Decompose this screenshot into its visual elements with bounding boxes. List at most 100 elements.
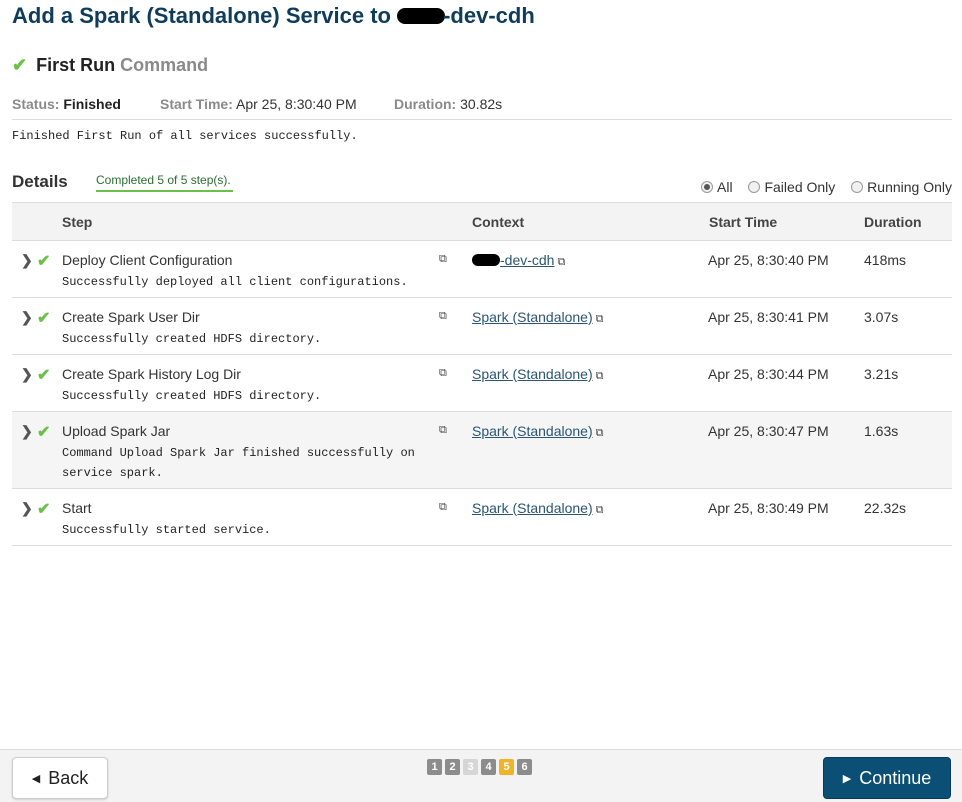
filter-running-label: Running Only xyxy=(867,179,952,195)
step-name: Create Spark History Log Dir xyxy=(62,366,241,382)
external-link-icon[interactable]: ⧉ xyxy=(439,367,447,380)
wizard-footer: ◀ Back 1 2 3 4 5 6 ▶ Continue xyxy=(0,749,962,802)
filter-running-only[interactable]: Running Only xyxy=(851,179,952,195)
divider xyxy=(12,119,952,120)
external-link-icon[interactable]: ⧉ xyxy=(439,253,447,266)
check-icon: ✔ xyxy=(12,55,28,75)
chevron-right-icon[interactable]: ❯ xyxy=(21,252,33,269)
wizard-step-2[interactable]: 2 xyxy=(445,759,460,775)
duration-value: 30.82s xyxy=(460,96,503,112)
step-message: Successfully deployed all client configu… xyxy=(62,275,408,289)
table-row: ❯ ✔ Upload Spark Jar Command Upload Spar… xyxy=(12,412,952,489)
title-suffix: -dev-cdh xyxy=(443,3,535,28)
chevron-right-icon[interactable]: ❯ xyxy=(21,309,33,326)
redacted-cluster-name xyxy=(472,254,500,266)
steps-table: Step Context Start Time Duration ❯ ✔ Dep… xyxy=(12,202,952,546)
status-value: Finished xyxy=(63,96,121,112)
chevron-right-icon[interactable]: ❯ xyxy=(21,500,33,517)
step-name: Deploy Client Configuration xyxy=(62,252,233,268)
step-duration: 1.63s xyxy=(864,423,899,439)
title-prefix: Add a Spark (Standalone) Service to xyxy=(12,3,398,28)
external-link-icon[interactable]: ⧉ xyxy=(596,504,604,516)
progress-label: Completed 5 of 5 step(s). xyxy=(96,172,233,192)
step-start-time: Apr 25, 8:30:41 PM xyxy=(708,309,829,325)
context-link[interactable]: -dev-cdh xyxy=(472,252,554,268)
status-group: Status: Finished xyxy=(12,95,121,113)
external-link-icon[interactable]: ⧉ xyxy=(439,501,447,514)
command-suffix: Command xyxy=(120,55,209,75)
context-link[interactable]: Spark (Standalone) xyxy=(472,500,593,516)
start-time-label: Start Time: xyxy=(160,96,233,112)
check-icon: ✔ xyxy=(37,367,51,384)
external-link-icon[interactable]: ⧉ xyxy=(439,310,447,323)
radio-icon[interactable] xyxy=(851,181,864,193)
context-link-text: -dev-cdh xyxy=(500,252,555,268)
external-link-icon[interactable]: ⧉ xyxy=(596,313,604,325)
wizard-step-4[interactable]: 4 xyxy=(481,759,496,775)
step-message: Successfully created HDFS directory. xyxy=(62,332,322,346)
step-start-time: Apr 25, 8:30:40 PM xyxy=(708,252,829,268)
external-link-icon[interactable]: ⧉ xyxy=(439,424,447,437)
check-icon: ✔ xyxy=(37,310,51,327)
radio-icon[interactable] xyxy=(748,181,761,193)
column-start-time[interactable]: Start Time xyxy=(709,214,777,230)
filter-all-label: All xyxy=(717,179,733,195)
external-link-icon[interactable]: ⧉ xyxy=(596,427,604,439)
wizard-step-3[interactable]: 3 xyxy=(463,759,478,775)
step-start-time: Apr 25, 8:30:49 PM xyxy=(708,500,829,516)
column-context[interactable]: Context xyxy=(472,214,524,230)
chevron-right-icon[interactable]: ❯ xyxy=(21,423,33,440)
external-link-icon[interactable]: ⧉ xyxy=(557,256,565,268)
chevron-right-icon[interactable]: ❯ xyxy=(21,366,33,383)
context-link[interactable]: Spark (Standalone) xyxy=(472,366,593,382)
table-row: ❯ ✔ Create Spark User Dir Successfully c… xyxy=(12,298,952,355)
check-icon: ✔ xyxy=(37,501,51,518)
skip-back-icon: ◀ xyxy=(31,772,41,785)
wizard-step-5[interactable]: 5 xyxy=(499,759,514,775)
command-title: ✔ First Run Command xyxy=(12,54,208,76)
continue-button[interactable]: ▶ Continue xyxy=(823,757,951,799)
wizard-step-6[interactable]: 6 xyxy=(517,759,532,775)
continue-label: Continue xyxy=(859,767,932,788)
external-link-icon[interactable]: ⧉ xyxy=(596,370,604,382)
step-message: Command Upload Spark Jar finished succes… xyxy=(62,446,415,480)
context-link[interactable]: Spark (Standalone) xyxy=(472,423,593,439)
step-context: -dev-cdh ⧉ xyxy=(472,252,565,271)
filter-all[interactable]: All xyxy=(701,179,733,195)
redacted-cluster-name xyxy=(397,8,446,24)
radio-selected-icon[interactable] xyxy=(701,181,714,193)
step-name: Create Spark User Dir xyxy=(62,309,200,325)
filter-failed-label: Failed Only xyxy=(764,179,836,195)
step-context: Spark (Standalone) ⧉ xyxy=(472,500,604,519)
duration-label: Duration: xyxy=(394,96,457,112)
check-icon: ✔ xyxy=(37,424,51,441)
step-context: Spark (Standalone) ⧉ xyxy=(472,309,604,328)
step-message: Successfully started service. xyxy=(62,523,271,537)
step-duration: 3.21s xyxy=(864,366,899,382)
step-filter: All Failed Only Running Only xyxy=(689,178,952,196)
page-title: Add a Spark (Standalone) Service to -dev… xyxy=(12,2,535,30)
column-duration[interactable]: Duration xyxy=(864,214,922,230)
wizard-step-indicator: 1 2 3 4 5 6 xyxy=(427,759,532,775)
table-row: ❯ ✔ Start Successfully started service. … xyxy=(12,489,952,546)
step-context: Spark (Standalone) ⧉ xyxy=(472,423,604,442)
table-header: Step Context Start Time Duration xyxy=(12,202,952,241)
result-message: Finished First Run of all services succe… xyxy=(12,129,358,143)
table-row: ❯ ✔ Deploy Client Configuration Successf… xyxy=(12,241,952,298)
back-label: Back xyxy=(48,767,89,788)
step-duration: 418ms xyxy=(864,252,907,268)
skip-forward-icon: ▶ xyxy=(842,772,852,785)
step-context: Spark (Standalone) ⧉ xyxy=(472,366,604,385)
column-step[interactable]: Step xyxy=(62,214,92,230)
wizard-step-1[interactable]: 1 xyxy=(427,759,442,775)
context-link[interactable]: Spark (Standalone) xyxy=(472,309,593,325)
step-start-time: Apr 25, 8:30:44 PM xyxy=(708,366,829,382)
start-time-group: Start Time: Apr 25, 8:30:40 PM xyxy=(160,95,357,113)
check-icon: ✔ xyxy=(37,253,51,270)
back-button[interactable]: ◀ Back xyxy=(12,757,108,799)
step-start-time: Apr 25, 8:30:47 PM xyxy=(708,423,829,439)
filter-failed-only[interactable]: Failed Only xyxy=(748,179,835,195)
table-row: ❯ ✔ Create Spark History Log Dir Success… xyxy=(12,355,952,412)
step-duration: 22.32s xyxy=(864,500,907,516)
duration-group: Duration: 30.82s xyxy=(394,95,502,113)
